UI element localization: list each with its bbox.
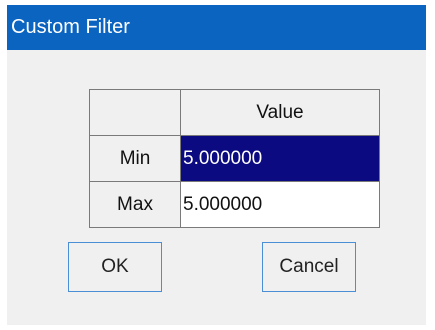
custom-filter-dialog: Custom Filter Value Min 5.000000 Max 5.0…: [7, 5, 426, 325]
ok-button[interactable]: OK: [68, 242, 162, 292]
filter-grid: Value Min 5.000000 Max 5.000000: [89, 89, 380, 228]
max-value-cell[interactable]: 5.000000: [180, 181, 380, 228]
cancel-button[interactable]: Cancel: [262, 242, 356, 292]
grid-header-row: Value: [89, 89, 380, 136]
max-row: Max 5.000000: [89, 181, 380, 228]
value-column-header: Value: [180, 89, 380, 136]
min-value-cell[interactable]: 5.000000: [180, 135, 380, 182]
dialog-title: Custom Filter: [7, 5, 426, 50]
max-row-label: Max: [89, 181, 181, 228]
min-row: Min 5.000000: [89, 135, 380, 182]
min-row-label: Min: [89, 135, 181, 182]
grid-corner-cell: [89, 89, 181, 136]
